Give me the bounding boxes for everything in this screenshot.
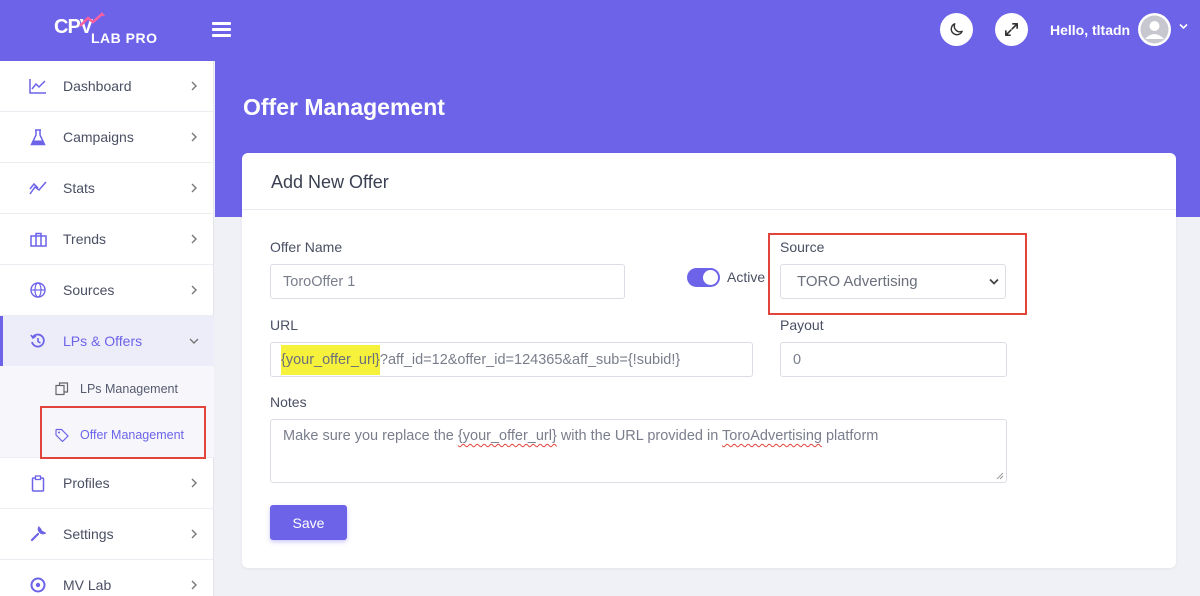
payout-value: 0 — [793, 351, 802, 368]
sidebar-item-label: MV Lab — [63, 577, 112, 593]
save-button[interactable]: Save — [270, 505, 347, 540]
chevron-down-icon[interactable] — [1179, 23, 1188, 30]
briefcase-icon — [29, 230, 47, 248]
active-toggle[interactable] — [687, 268, 720, 287]
flask-icon — [29, 128, 47, 146]
page-title: Offer Management — [243, 94, 445, 120]
notes-brand: ToroAdvertising — [722, 428, 822, 444]
sidebar-item-campaigns[interactable]: Campaigns — [0, 112, 214, 163]
sidebar-item-label: Dashboard — [63, 78, 132, 94]
clipboard-icon — [29, 474, 47, 492]
sidebar-item-settings[interactable]: Settings — [0, 509, 214, 560]
top-bar: CPV LAB PRO Hello, tltadn — [0, 0, 1200, 61]
url-input[interactable]: {your_offer_url} ?aff_id=12&offer_id=1243… — [270, 342, 753, 377]
user-greeting: Hello, tltadn — [1050, 22, 1131, 38]
resize-grip-icon[interactable] — [996, 472, 1004, 480]
sidebar-item-lps-offers[interactable]: LPs & Offers — [0, 316, 214, 367]
logo-arrow-icon — [79, 12, 105, 27]
sidebar-item-sources[interactable]: Sources — [0, 265, 214, 316]
offer-name-input[interactable]: ToroOffer 1 — [270, 264, 625, 299]
chevron-right-icon — [191, 478, 197, 488]
chevron-right-icon — [191, 183, 197, 193]
sidebar-item-profiles[interactable]: Profiles — [0, 458, 214, 509]
payout-input[interactable]: 0 — [780, 342, 1007, 377]
stats-icon — [29, 179, 47, 197]
sidebar-item-label: LPs & Offers — [63, 333, 143, 349]
history-icon — [29, 332, 47, 350]
expand-icon — [1004, 22, 1019, 37]
sidebar-item-dashboard[interactable]: Dashboard — [0, 61, 214, 112]
aperture-icon — [29, 576, 47, 594]
user-avatar[interactable] — [1138, 13, 1171, 46]
notes-text-1: Make sure you replace the — [283, 428, 458, 444]
chevron-right-icon — [191, 234, 197, 244]
url-query-string: ?aff_id=12&offer_id=124365&aff_sub={!sub… — [379, 351, 681, 368]
notes-text-2: with the URL provided in — [556, 428, 723, 444]
url-placeholder-highlight: {your_offer_url} — [281, 344, 380, 375]
offer-name-value: ToroOffer 1 — [283, 273, 356, 290]
annotation-box-offer-management — [40, 406, 206, 459]
active-label: Active — [727, 269, 766, 285]
card-header: Add New Offer — [242, 153, 1176, 210]
menu-toggle-icon[interactable] — [212, 22, 231, 37]
sidebar-item-label: Sources — [63, 282, 115, 298]
sidebar-item-label: Stats — [63, 180, 95, 196]
sidebar-subitem-label: LPs Management — [80, 382, 178, 396]
sidebar-item-trends[interactable]: Trends — [0, 214, 214, 265]
sidebar-item-label: Campaigns — [63, 129, 134, 145]
chevron-right-icon — [191, 132, 197, 142]
globe-icon — [29, 281, 47, 299]
card-title: Add New Offer — [271, 172, 389, 192]
chevron-down-icon — [189, 338, 199, 344]
moon-icon — [950, 23, 963, 36]
notes-label: Notes — [270, 394, 307, 410]
copy-icon — [55, 382, 69, 396]
logo-text: LAB PRO — [91, 30, 158, 46]
dark-mode-button[interactable] — [940, 13, 973, 46]
notes-text-3: platform — [821, 428, 879, 444]
notes-textarea[interactable]: Make sure you replace the {your_offer_ur… — [270, 419, 1007, 483]
sidebar-item-label: Trends — [63, 231, 107, 247]
offer-name-label: Offer Name — [270, 239, 343, 255]
toggle-knob — [703, 270, 718, 285]
sidebar-item-label: Profiles — [63, 475, 110, 491]
sidebar-item-label: Settings — [63, 526, 114, 542]
sidebar-item-mv-lab[interactable]: MV Lab — [0, 560, 214, 596]
chevron-right-icon — [191, 529, 197, 539]
wrench-icon — [29, 525, 47, 543]
annotation-box-source — [768, 233, 1027, 315]
chevron-right-icon — [191, 285, 197, 295]
chart-line-icon — [29, 77, 47, 95]
sidebar: Dashboard Campaigns Stats Trends Sources… — [0, 61, 214, 596]
notes-token: {your_offer_url} — [457, 428, 557, 444]
sidebar-item-stats[interactable]: Stats — [0, 163, 214, 214]
payout-label: Payout — [780, 317, 824, 333]
app-logo[interactable]: CPV LAB PRO — [54, 12, 169, 46]
chevron-right-icon — [191, 580, 197, 590]
chevron-right-icon — [191, 81, 197, 91]
url-label: URL — [270, 317, 299, 333]
user-avatar-icon — [1140, 15, 1169, 44]
fullscreen-button[interactable] — [995, 13, 1028, 46]
